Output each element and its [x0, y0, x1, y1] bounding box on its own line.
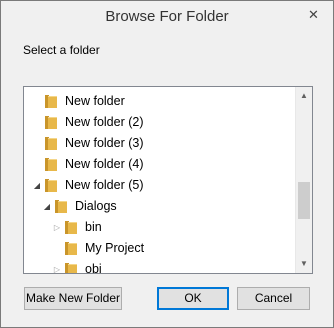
browse-for-folder-dialog: Browse For Folder ✕ Select a folder New … — [0, 0, 334, 328]
tree-item-label: My Project — [85, 241, 145, 255]
tree-item[interactable]: New folder (2) — [24, 112, 294, 133]
scroll-thumb[interactable] — [298, 182, 310, 219]
tree-item[interactable]: New folder — [24, 91, 294, 112]
tree-item[interactable]: ▷ obj — [24, 259, 294, 273]
tree-item[interactable]: New folder (3) — [24, 133, 294, 154]
vertical-scrollbar[interactable]: ▲ ▼ — [295, 87, 312, 273]
collapse-arrow-icon[interactable]: ◢ — [42, 196, 52, 217]
tree-item-label: New folder (2) — [65, 115, 144, 129]
tree-item[interactable]: ◢ Dialogs — [24, 196, 294, 217]
expand-arrow-icon[interactable]: ▷ — [52, 217, 62, 238]
folder-icon — [65, 242, 77, 255]
folder-icon — [45, 116, 57, 129]
folder-icon — [45, 158, 57, 171]
tree-item-label: New folder — [65, 94, 125, 108]
folder-tree[interactable]: New folder New folder (2) New folder (3) Ne… — [23, 86, 313, 274]
tree-item[interactable]: ◢ New folder (5) — [24, 175, 294, 196]
folder-icon — [55, 200, 67, 213]
expand-arrow-icon[interactable]: ▷ — [52, 259, 62, 273]
tree-item-label: New folder (5) — [65, 178, 144, 192]
collapse-arrow-icon[interactable]: ◢ — [32, 175, 42, 196]
tree-item-label: obj — [85, 262, 102, 273]
tree-item[interactable]: ▷ bin — [24, 217, 294, 238]
close-icon[interactable]: ✕ — [300, 4, 327, 25]
prompt-label: Select a folder — [23, 43, 100, 57]
folder-icon — [45, 95, 57, 108]
tree-item-label: New folder (3) — [65, 136, 144, 150]
folder-icon — [65, 263, 77, 273]
tree-item[interactable]: New folder (4) — [24, 154, 294, 175]
folder-tree-viewport: New folder New folder (2) New folder (3) Ne… — [24, 87, 295, 273]
tree-item-label: Dialogs — [75, 199, 117, 213]
folder-icon — [65, 221, 77, 234]
make-new-folder-button[interactable]: Make New Folder — [24, 287, 122, 310]
tree-item-label: New folder (4) — [65, 157, 144, 171]
dialog-title: Browse For Folder — [105, 8, 229, 25]
tree-item-label: bin — [85, 220, 102, 234]
scroll-down-arrow-icon[interactable]: ▼ — [296, 256, 312, 272]
title-bar[interactable]: Browse For Folder ✕ — [1, 1, 333, 32]
ok-button[interactable]: OK — [157, 287, 229, 310]
cancel-button[interactable]: Cancel — [237, 287, 310, 310]
folder-icon — [45, 179, 57, 192]
folder-icon — [45, 137, 57, 150]
tree-item[interactable]: My Project — [24, 238, 294, 259]
scroll-up-arrow-icon[interactable]: ▲ — [296, 88, 312, 104]
